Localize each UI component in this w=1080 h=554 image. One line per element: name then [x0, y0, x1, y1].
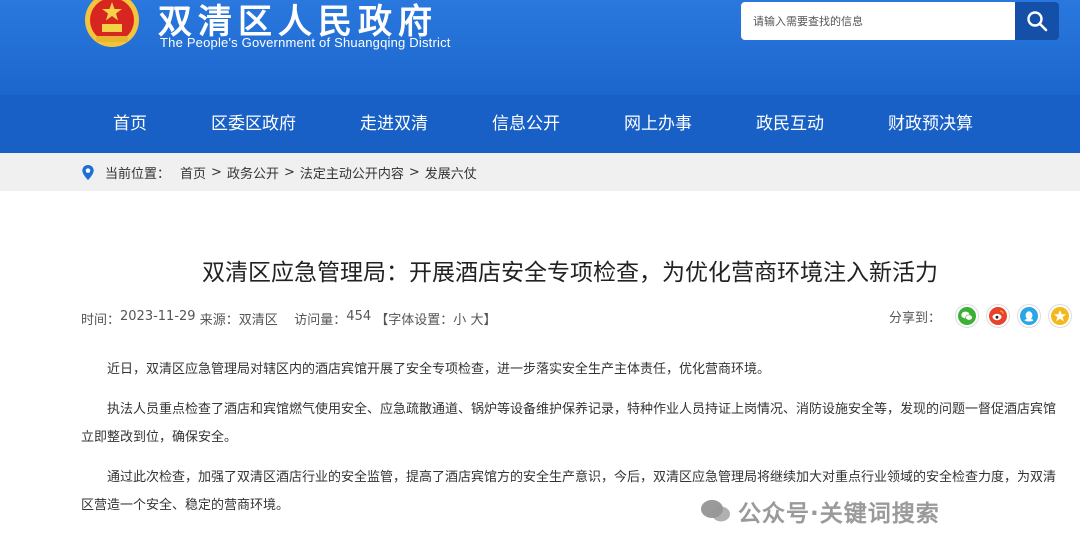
share-qq-button[interactable]: [1017, 304, 1042, 328]
nav-item-online-services[interactable]: 网上办事: [592, 95, 724, 153]
search-input[interactable]: [753, 14, 1016, 28]
nav-item-info-disclosure[interactable]: 信息公开: [460, 95, 592, 153]
wechat-icon: [958, 307, 977, 325]
share-wechat-button[interactable]: [955, 304, 980, 328]
breadcrumb-item-statutory[interactable]: 法定主动公开内容: [300, 163, 404, 182]
qzone-star-icon: [1051, 307, 1070, 325]
meta-gap: [278, 309, 295, 328]
nav-item-home[interactable]: 首页: [81, 95, 179, 153]
search-icon: [1027, 11, 1048, 32]
breadcrumb-separator: >: [408, 164, 420, 180]
nav-item-budget[interactable]: 财政预决算: [856, 95, 1005, 153]
share-label: 分享到：: [889, 310, 942, 326]
font-setting-end: 】: [483, 313, 497, 328]
weibo-icon: [989, 307, 1008, 325]
time-label: 时间：: [81, 313, 121, 328]
search-box: [741, 2, 1016, 40]
share-bar: 分享到：: [889, 304, 1079, 328]
qq-icon: [1020, 307, 1039, 325]
views-label: 访问量：: [294, 313, 347, 328]
source-label: 来源：: [199, 313, 239, 328]
breadcrumb-item-gov-affairs[interactable]: 政务公开: [227, 163, 279, 182]
breadcrumb-separator: >: [283, 164, 295, 180]
font-small-button[interactable]: 小: [453, 309, 466, 328]
breadcrumb-separator: >: [211, 164, 222, 180]
national-emblem-icon: [85, 0, 139, 47]
breadcrumb-prefix: 当前位置：: [105, 166, 171, 182]
main-nav: 首页 区委区政府 走进双清 信息公开 网上办事 政民互动 财政预决算: [0, 95, 1080, 153]
site-subtitle: The People's Government of Shuangqing Di…: [160, 35, 451, 50]
site-header: 双清区人民政府 The People's Government of Shuan…: [0, 0, 1080, 95]
nav-item-district-government[interactable]: 区委区政府: [179, 95, 328, 153]
publish-date: 2023-11-29: [120, 309, 196, 324]
font-setting-label: 【字体设置：: [375, 313, 454, 328]
source-value: 双清区: [238, 313, 278, 328]
watermark-text: 公众号·关键词搜索: [738, 501, 940, 527]
share-qzone-button[interactable]: [1048, 304, 1073, 328]
views-count: 454: [346, 309, 372, 324]
location-pin-icon: [82, 164, 94, 180]
font-large-button[interactable]: 大: [470, 309, 483, 328]
share-weibo-button[interactable]: [986, 304, 1011, 328]
wechat-icon: [701, 500, 730, 522]
article-title: 双清区应急管理局：开展酒店安全专项检查，为优化营商环境注入新活力: [202, 260, 938, 286]
breadcrumb-item-current[interactable]: 发展六仗: [425, 163, 477, 182]
breadcrumb-item-home[interactable]: 首页: [180, 163, 206, 182]
nav-item-about-shuangqing[interactable]: 走进双清: [328, 95, 460, 153]
nav-item-interaction[interactable]: 政民互动: [724, 95, 856, 153]
wechat-watermark: 公众号·关键词搜索: [700, 494, 940, 528]
article-paragraph: 近日，双清区应急管理局对辖区内的酒店宾馆开展了安全专项检查，进一步落实安全生产主…: [107, 362, 771, 377]
breadcrumb: 当前位置： 首页 > 政务公开 > 法定主动公开内容 > 发展六仗: [0, 153, 1080, 191]
article-paragraph: 执法人员重点检查了酒店和宾馆燃气使用安全、应急疏散通道、锅炉等设备维护保养记录，…: [81, 402, 1057, 445]
search-button[interactable]: [1015, 2, 1059, 40]
article-meta: 时间： 2023-11-29 来源： 双清区 访问量： 454 【字体设置： 小…: [81, 309, 496, 328]
